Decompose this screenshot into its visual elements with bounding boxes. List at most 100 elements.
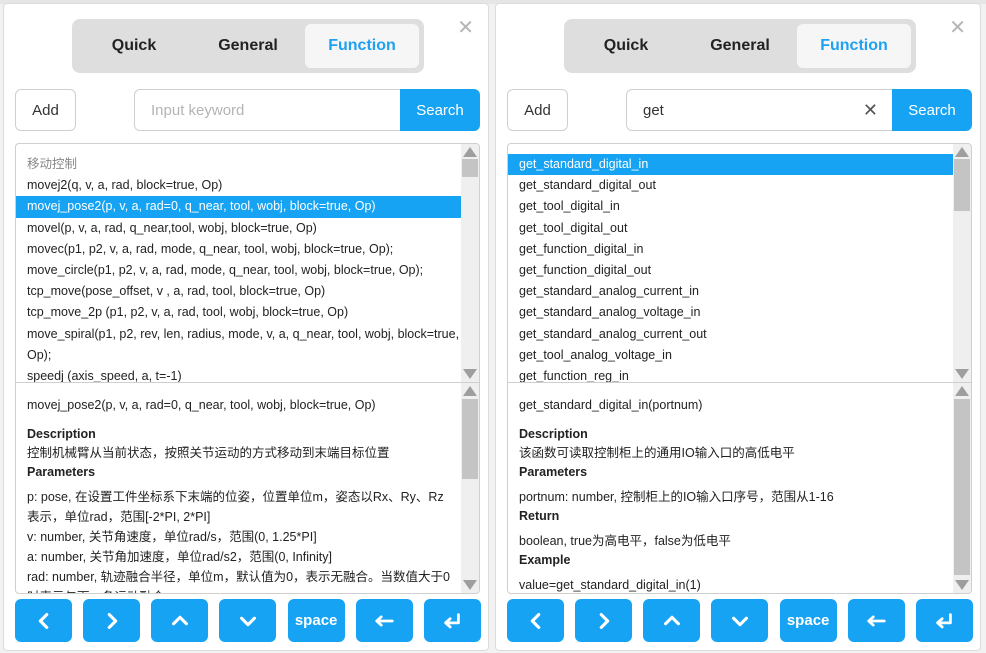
list-category-heading: 移动控制	[27, 157, 78, 171]
scroll-down-icon[interactable]	[955, 369, 969, 379]
tab-quick[interactable]: Quick	[77, 24, 191, 68]
space-button[interactable]: space	[779, 599, 837, 642]
search-button[interactable]: Search	[400, 89, 480, 131]
list-item[interactable]: get_standard_analog_current_out	[508, 324, 953, 345]
list-item[interactable]: tcp_move_2p (p1, p2, v, a, rad, tool, wo…	[16, 302, 461, 323]
list-item[interactable]: get_tool_digital_in	[508, 196, 953, 217]
list-item[interactable]: get_standard_analog_voltage_in	[508, 302, 953, 323]
example-text: value=get_standard_digital_in(1)	[519, 578, 701, 592]
description-pane: movej_pose2(p, v, a, rad=0, q_near, tool…	[15, 382, 480, 594]
scroll-down-icon[interactable]	[463, 369, 477, 379]
parameters-heading: Parameters	[27, 465, 96, 479]
right-arrow-button[interactable]	[575, 599, 633, 642]
list-scrollbar[interactable]	[953, 144, 971, 382]
list-item[interactable]: get_function_reg_in	[508, 366, 953, 382]
description-text: 控制机械臂从当前状态，按照关节运动的方式移动到末端目标位置	[27, 446, 390, 460]
description-text: 该函数可读取控制柜上的通用IO输入口的高低电平	[519, 446, 795, 460]
clear-icon[interactable]: ✕	[863, 100, 878, 121]
space-button[interactable]: space	[287, 599, 345, 642]
add-button[interactable]: Add	[507, 89, 568, 131]
right-arrow-button[interactable]	[83, 599, 141, 642]
scroll-up-icon[interactable]	[955, 147, 969, 157]
scroll-up-icon[interactable]	[463, 386, 477, 396]
search-input[interactable]	[643, 101, 855, 119]
example-heading: Example	[519, 553, 571, 567]
param-text: v: number, 关节角速度，单位rad/s，范围(0, 1.25*PI]	[27, 530, 317, 544]
backspace-button[interactable]	[847, 599, 905, 642]
list-item[interactable]: get_tool_analog_voltage_in	[508, 345, 953, 366]
chevron-down-icon	[731, 616, 748, 626]
description-scrollbar[interactable]	[953, 383, 971, 593]
close-icon[interactable]: ✕	[457, 18, 474, 38]
enter-button[interactable]	[423, 599, 481, 642]
scroll-thumb[interactable]	[954, 159, 970, 211]
description-pane: get_standard_digital_in(portnum) Descrip…	[507, 382, 972, 594]
scroll-up-icon[interactable]	[463, 147, 477, 157]
function-signature: get_standard_digital_in(portnum)	[519, 398, 703, 412]
list-item[interactable]: move_spiral(p1, p2, rev, len, radius, mo…	[16, 324, 461, 366]
enter-icon	[936, 612, 953, 628]
list-item[interactable]: get_standard_digital_out	[508, 175, 953, 196]
list-item-selected[interactable]: get_standard_digital_in	[508, 154, 953, 176]
scroll-thumb[interactable]	[462, 159, 478, 177]
backspace-button[interactable]	[355, 599, 413, 642]
down-arrow-button[interactable]	[219, 599, 277, 642]
search-input[interactable]	[151, 101, 386, 119]
enter-button[interactable]	[915, 599, 973, 642]
chevron-down-icon	[239, 616, 256, 626]
chevron-up-icon	[171, 615, 188, 625]
close-icon[interactable]: ✕	[949, 18, 966, 38]
list-item[interactable]: tcp_move(pose_offset, v , a, rad, tool, …	[16, 281, 461, 302]
param-text: portnum: number, 控制柜上的IO输入口序号，范围从1-16	[519, 490, 834, 504]
list-scrollbar[interactable]	[461, 144, 479, 382]
scroll-down-icon[interactable]	[955, 580, 969, 590]
keypad: space	[15, 599, 481, 642]
list-item[interactable]: get_function_digital_out	[508, 260, 953, 281]
left-arrow-button[interactable]	[15, 599, 72, 642]
scroll-thumb[interactable]	[954, 399, 970, 575]
param-text: rad: number, 轨迹融合半径，单位m，默认值为0，表示无融合。当数值大…	[27, 570, 450, 593]
tab-quick[interactable]: Quick	[569, 24, 683, 68]
list-item[interactable]: move_circle(p1, p2, v, a, rad, mode, q_n…	[16, 260, 461, 281]
list-item[interactable]: movel(p, v, a, rad, q_near,tool, wobj, b…	[16, 218, 461, 239]
description-heading: Description	[519, 427, 588, 441]
function-panel-left: ✕ Quick General Function Add Search 移动控制…	[3, 3, 489, 651]
list-item[interactable]: movec(p1, p2, v, a, rad, mode, q_near, t…	[16, 239, 461, 260]
enter-icon	[444, 612, 461, 628]
backspace-arrow-icon	[867, 615, 886, 626]
scroll-up-icon[interactable]	[955, 386, 969, 396]
parameters-heading: Parameters	[519, 465, 588, 479]
chevron-right-icon	[107, 612, 117, 629]
space-label: space	[786, 612, 830, 629]
search-box: ✕	[626, 89, 894, 131]
return-text: boolean, true为高电平，false为低电平	[519, 534, 731, 548]
space-label: space	[294, 612, 338, 629]
function-list: 移动控制 movej2(q, v, a, rad, block=true, Op…	[15, 143, 480, 383]
param-text: p: pose, 在设置工件坐标系下末端的位姿，位置单位m，姿态以Rx、Ry、R…	[27, 490, 444, 524]
list-item[interactable]: get_standard_analog_current_in	[508, 281, 953, 302]
add-button[interactable]: Add	[15, 89, 76, 131]
description-scrollbar[interactable]	[461, 383, 479, 593]
keypad: space	[507, 599, 973, 642]
list-item[interactable]: get_tool_digital_out	[508, 218, 953, 239]
tab-general[interactable]: General	[191, 24, 305, 68]
tab-bar: Quick General Function	[564, 19, 916, 73]
search-button[interactable]: Search	[892, 89, 972, 131]
tab-function[interactable]: Function	[797, 24, 911, 68]
list-item-selected[interactable]: movej_pose2(p, v, a, rad=0, q_near, tool…	[16, 196, 461, 218]
left-arrow-button[interactable]	[507, 599, 564, 642]
tab-function[interactable]: Function	[305, 24, 419, 68]
function-panel-right: ✕ Quick General Function Add ✕ Search ge…	[495, 3, 981, 651]
description-heading: Description	[27, 427, 96, 441]
tab-general[interactable]: General	[683, 24, 797, 68]
scroll-down-icon[interactable]	[463, 580, 477, 590]
function-signature: movej_pose2(p, v, a, rad=0, q_near, tool…	[27, 398, 376, 412]
up-arrow-button[interactable]	[151, 599, 209, 642]
list-item[interactable]: speedj (axis_speed, a, t=-1)	[16, 366, 461, 382]
up-arrow-button[interactable]	[643, 599, 701, 642]
scroll-thumb[interactable]	[462, 399, 478, 479]
list-item[interactable]: movej2(q, v, a, rad, block=true, Op)	[16, 175, 461, 196]
list-item[interactable]: get_function_digital_in	[508, 239, 953, 260]
search-box	[134, 89, 402, 131]
down-arrow-button[interactable]	[711, 599, 769, 642]
